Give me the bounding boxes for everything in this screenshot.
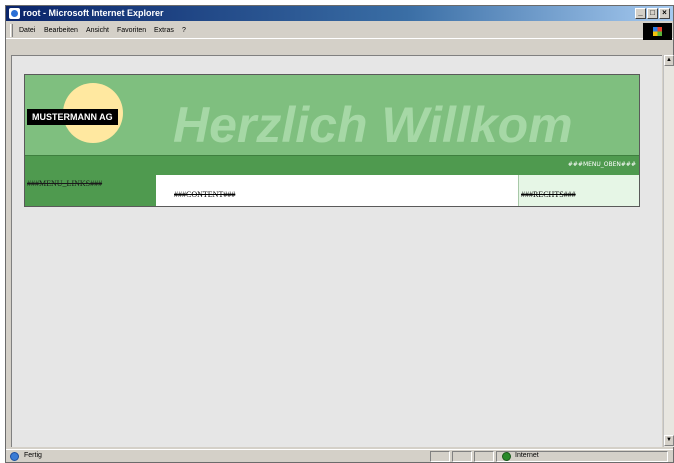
maximize-button[interactable]: □ [647,8,658,19]
right-placeholder: ###RECHTS### [521,190,576,199]
top-menu-placeholder[interactable]: ###MENU_OBEN### [568,161,636,168]
menu-file[interactable]: Datei [19,22,35,39]
scroll-up-icon[interactable]: ▲ [664,55,674,66]
status-bar: Fertig Internet [6,449,673,462]
windows-logo-icon [643,23,672,40]
internet-explorer-icon [9,8,20,19]
right-column: ###RECHTS### [518,175,639,206]
browser-window: root - Microsoft Internet Explorer _ □ ×… [5,5,674,463]
internet-globe-icon [502,452,511,461]
title-bar: root - Microsoft Internet Explorer _ □ × [6,6,673,21]
page-layout: Herzlich Willkom MUSTERMANN AG ###MENU_O… [24,74,640,207]
top-menu-bar: ###MENU_OBEN### [25,155,639,175]
minimize-button[interactable]: _ [635,8,646,19]
menu-tools[interactable]: Extras [154,22,174,39]
status-panel [430,451,450,462]
company-name: MUSTERMANN AG [27,109,118,125]
menu-bar: Datei Bearbeiten Ansicht Favoriten Extra… [6,22,673,39]
menu-favorites[interactable]: Favoriten [117,22,146,39]
menu-help[interactable]: ? [182,22,186,39]
vertical-scrollbar[interactable]: ▲ ▼ [663,55,674,447]
page-viewport[interactable]: Herzlich Willkom MUSTERMANN AG ###MENU_O… [11,55,662,447]
menu-edit[interactable]: Bearbeiten [44,22,78,39]
status-text: Fertig [24,452,42,459]
content-area: ###CONTENT### [156,175,518,206]
status-panel [452,451,472,462]
left-menu-placeholder[interactable]: ###MENU_LINKS### [27,179,102,188]
header-banner: Herzlich Willkom MUSTERMANN AG [25,75,639,155]
content-placeholder: ###CONTENT### [174,190,236,199]
zone-label: Internet [515,452,539,459]
status-panel [474,451,494,462]
left-menu-column: ###MENU_LINKS### [25,175,156,206]
close-button[interactable]: × [659,8,670,19]
welcome-heading: Herzlich Willkom [173,97,573,153]
window-title: root - Microsoft Internet Explorer [23,8,164,18]
page-status-icon [10,452,19,461]
toolbar-grip-icon[interactable] [10,24,13,37]
scroll-down-icon[interactable]: ▼ [664,435,674,446]
menu-view[interactable]: Ansicht [86,22,109,39]
